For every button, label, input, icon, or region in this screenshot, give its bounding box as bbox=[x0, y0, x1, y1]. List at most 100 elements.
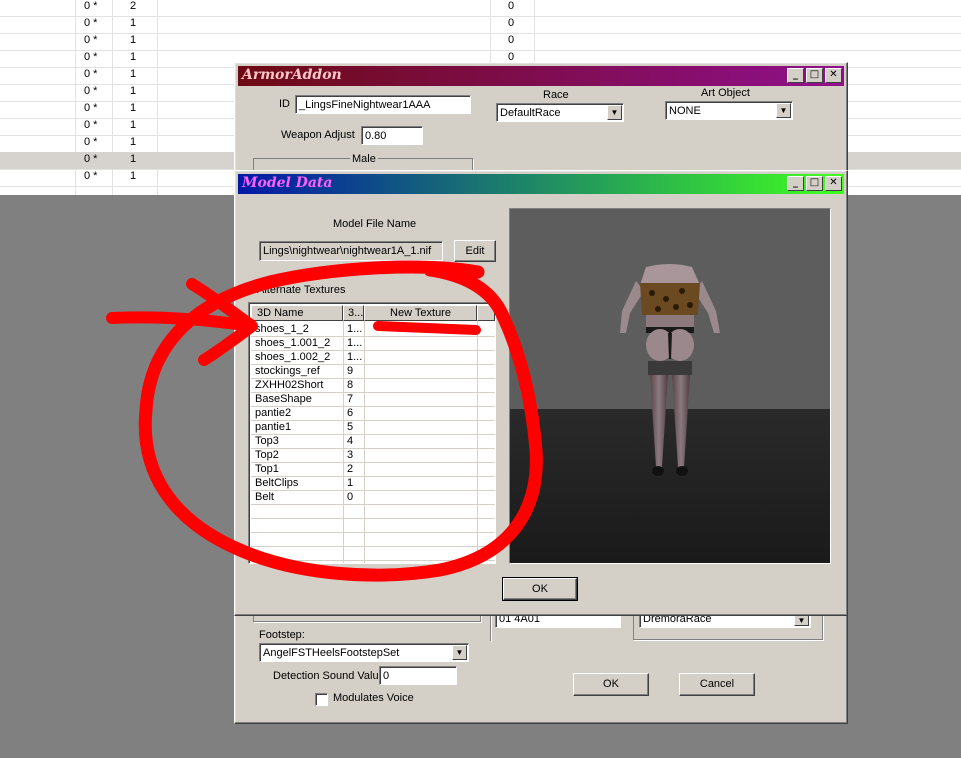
table-cell: Top1 bbox=[255, 463, 279, 475]
table-cell[interactable] bbox=[367, 336, 477, 350]
table-cell[interactable] bbox=[367, 350, 477, 364]
table-row[interactable]: shoes_1.002_2 1... bbox=[251, 350, 495, 365]
table-cell[interactable] bbox=[367, 392, 477, 406]
edit-button[interactable]: Edit bbox=[454, 240, 496, 262]
table-cell: 0 * bbox=[84, 153, 98, 165]
table-row[interactable]: Top1 2 bbox=[251, 462, 495, 477]
table-cell[interactable] bbox=[367, 490, 477, 504]
cancel-button[interactable]: Cancel bbox=[679, 673, 755, 696]
column-header-index[interactable]: 3... bbox=[343, 305, 364, 321]
table-row[interactable]: 0 * 1 0 bbox=[0, 16, 961, 34]
table-row[interactable]: Top2 3 bbox=[251, 448, 495, 463]
table-cell: 1 bbox=[130, 34, 137, 46]
minimize-icon[interactable]: _ bbox=[787, 176, 804, 191]
table-cell: 0 * bbox=[84, 0, 98, 12]
table-cell: 2 bbox=[130, 0, 137, 12]
column-header-3d-name[interactable]: 3D Name bbox=[251, 305, 343, 321]
race-select[interactable]: DefaultRace ▼ bbox=[496, 103, 624, 122]
table-cell: 0 * bbox=[84, 170, 98, 182]
table-cell: 1 bbox=[347, 477, 354, 489]
armor-addon-titlebar[interactable]: ArmorAddon _ □ ✕ bbox=[238, 66, 844, 86]
table-cell: Top3 bbox=[255, 435, 279, 447]
race-select-value: DefaultRace bbox=[500, 107, 561, 119]
detection-sound-input[interactable]: 0 bbox=[379, 666, 457, 685]
race-label: Race bbox=[543, 89, 569, 101]
model-data-titlebar[interactable]: Model Data _ □ ✕ bbox=[238, 174, 844, 194]
table-cell[interactable] bbox=[367, 462, 477, 476]
modulates-voice-label: Modulates Voice bbox=[333, 692, 414, 704]
table-row[interactable]: Belt 0 bbox=[251, 490, 495, 505]
table-row[interactable]: pantie2 6 bbox=[251, 406, 495, 421]
table-cell[interactable] bbox=[367, 476, 477, 490]
table-row[interactable]: 0 * 2 0 bbox=[0, 0, 961, 17]
modulates-voice-checkbox[interactable] bbox=[315, 693, 328, 706]
table-cell[interactable] bbox=[367, 434, 477, 448]
footstep-select-value: AngelFSTHeelsFootstepSet bbox=[263, 647, 400, 659]
table-cell: 0 bbox=[347, 491, 354, 503]
table-cell: 1 bbox=[130, 102, 137, 114]
ok-button[interactable]: OK bbox=[573, 673, 649, 696]
minimize-icon[interactable]: _ bbox=[787, 68, 804, 83]
table-row[interactable]: 0 * 1 0 bbox=[0, 33, 961, 51]
table-cell[interactable] bbox=[367, 322, 477, 336]
table-cell: 0 * bbox=[84, 34, 98, 46]
table-cell[interactable] bbox=[367, 420, 477, 434]
table-cell: 9 bbox=[347, 365, 354, 377]
table-cell: 0 bbox=[508, 17, 515, 29]
chevron-down-icon[interactable]: ▼ bbox=[776, 103, 791, 118]
table-cell: shoes_1_2 bbox=[255, 323, 309, 335]
table-cell: 1 bbox=[130, 153, 137, 165]
table-cell[interactable] bbox=[367, 448, 477, 462]
table-row-empty bbox=[251, 504, 495, 519]
window-title: ArmorAddon bbox=[242, 67, 342, 83]
table-cell[interactable] bbox=[367, 378, 477, 392]
table-cell: 1 bbox=[130, 17, 137, 29]
footstep-select[interactable]: AngelFSTHeelsFootstepSet ▼ bbox=[259, 643, 469, 662]
table-cell: 0 * bbox=[84, 85, 98, 97]
maximize-icon[interactable]: □ bbox=[806, 68, 823, 83]
model-preview-viewport[interactable] bbox=[509, 208, 831, 564]
art-object-label: Art Object bbox=[701, 87, 750, 99]
table-cell: 0 * bbox=[84, 102, 98, 114]
table-cell: 1 bbox=[130, 51, 137, 63]
table-cell: Belt bbox=[255, 491, 274, 503]
table-row[interactable]: stockings_ref 9 bbox=[251, 364, 495, 379]
table-cell: 8 bbox=[347, 379, 354, 391]
table-cell[interactable] bbox=[367, 406, 477, 420]
table-cell: 0 * bbox=[84, 17, 98, 29]
model-file-name-input[interactable]: Lings\nightwear\nightwear1A_1.nif bbox=[259, 241, 443, 261]
id-label: ID bbox=[279, 98, 290, 110]
art-object-select[interactable]: NONE ▼ bbox=[665, 101, 793, 120]
weapon-adjust-input[interactable]: 0.80 bbox=[361, 126, 423, 145]
table-cell: 0 bbox=[508, 34, 515, 46]
table-row[interactable]: pantie1 5 bbox=[251, 420, 495, 435]
table-row[interactable]: shoes_1.001_2 1... bbox=[251, 336, 495, 351]
model-ok-button[interactable]: OK bbox=[502, 577, 578, 601]
table-row[interactable]: shoes_1_2 1... bbox=[251, 322, 495, 337]
maximize-icon[interactable]: □ bbox=[806, 176, 823, 191]
table-cell: stockings_ref bbox=[255, 365, 320, 377]
chevron-down-icon[interactable]: ▼ bbox=[452, 645, 467, 660]
table-cell: BaseShape bbox=[255, 393, 312, 405]
table-row[interactable]: ZXHH02Short 8 bbox=[251, 378, 495, 393]
id-input[interactable]: _LingsFineNightwear1AAA bbox=[295, 95, 471, 114]
table-row-empty bbox=[251, 518, 495, 533]
window-title: Model Data bbox=[242, 175, 333, 191]
close-icon[interactable]: ✕ bbox=[825, 176, 842, 191]
close-icon[interactable]: ✕ bbox=[825, 68, 842, 83]
table-row[interactable]: Top3 4 bbox=[251, 434, 495, 449]
weapon-adjust-label: Weapon Adjust bbox=[281, 129, 355, 141]
table-cell: pantie1 bbox=[255, 421, 292, 433]
table-cell[interactable] bbox=[367, 364, 477, 378]
table-cell: pantie2 bbox=[255, 407, 292, 419]
alternate-textures-table[interactable]: 3D Name 3... New Texture shoes_1_2 1... sh… bbox=[248, 302, 496, 564]
table-row[interactable]: BaseShape 7 bbox=[251, 392, 495, 407]
table-cell: 1 bbox=[130, 68, 137, 80]
column-header-new-texture[interactable]: New Texture bbox=[364, 305, 477, 321]
table-row-empty bbox=[251, 546, 495, 561]
table-cell: 3 bbox=[347, 449, 354, 461]
table-cell: 1... bbox=[347, 323, 363, 335]
table-row[interactable]: BeltClips 1 bbox=[251, 476, 495, 491]
chevron-down-icon[interactable]: ▼ bbox=[607, 105, 622, 120]
table-cell: 6 bbox=[347, 407, 354, 419]
